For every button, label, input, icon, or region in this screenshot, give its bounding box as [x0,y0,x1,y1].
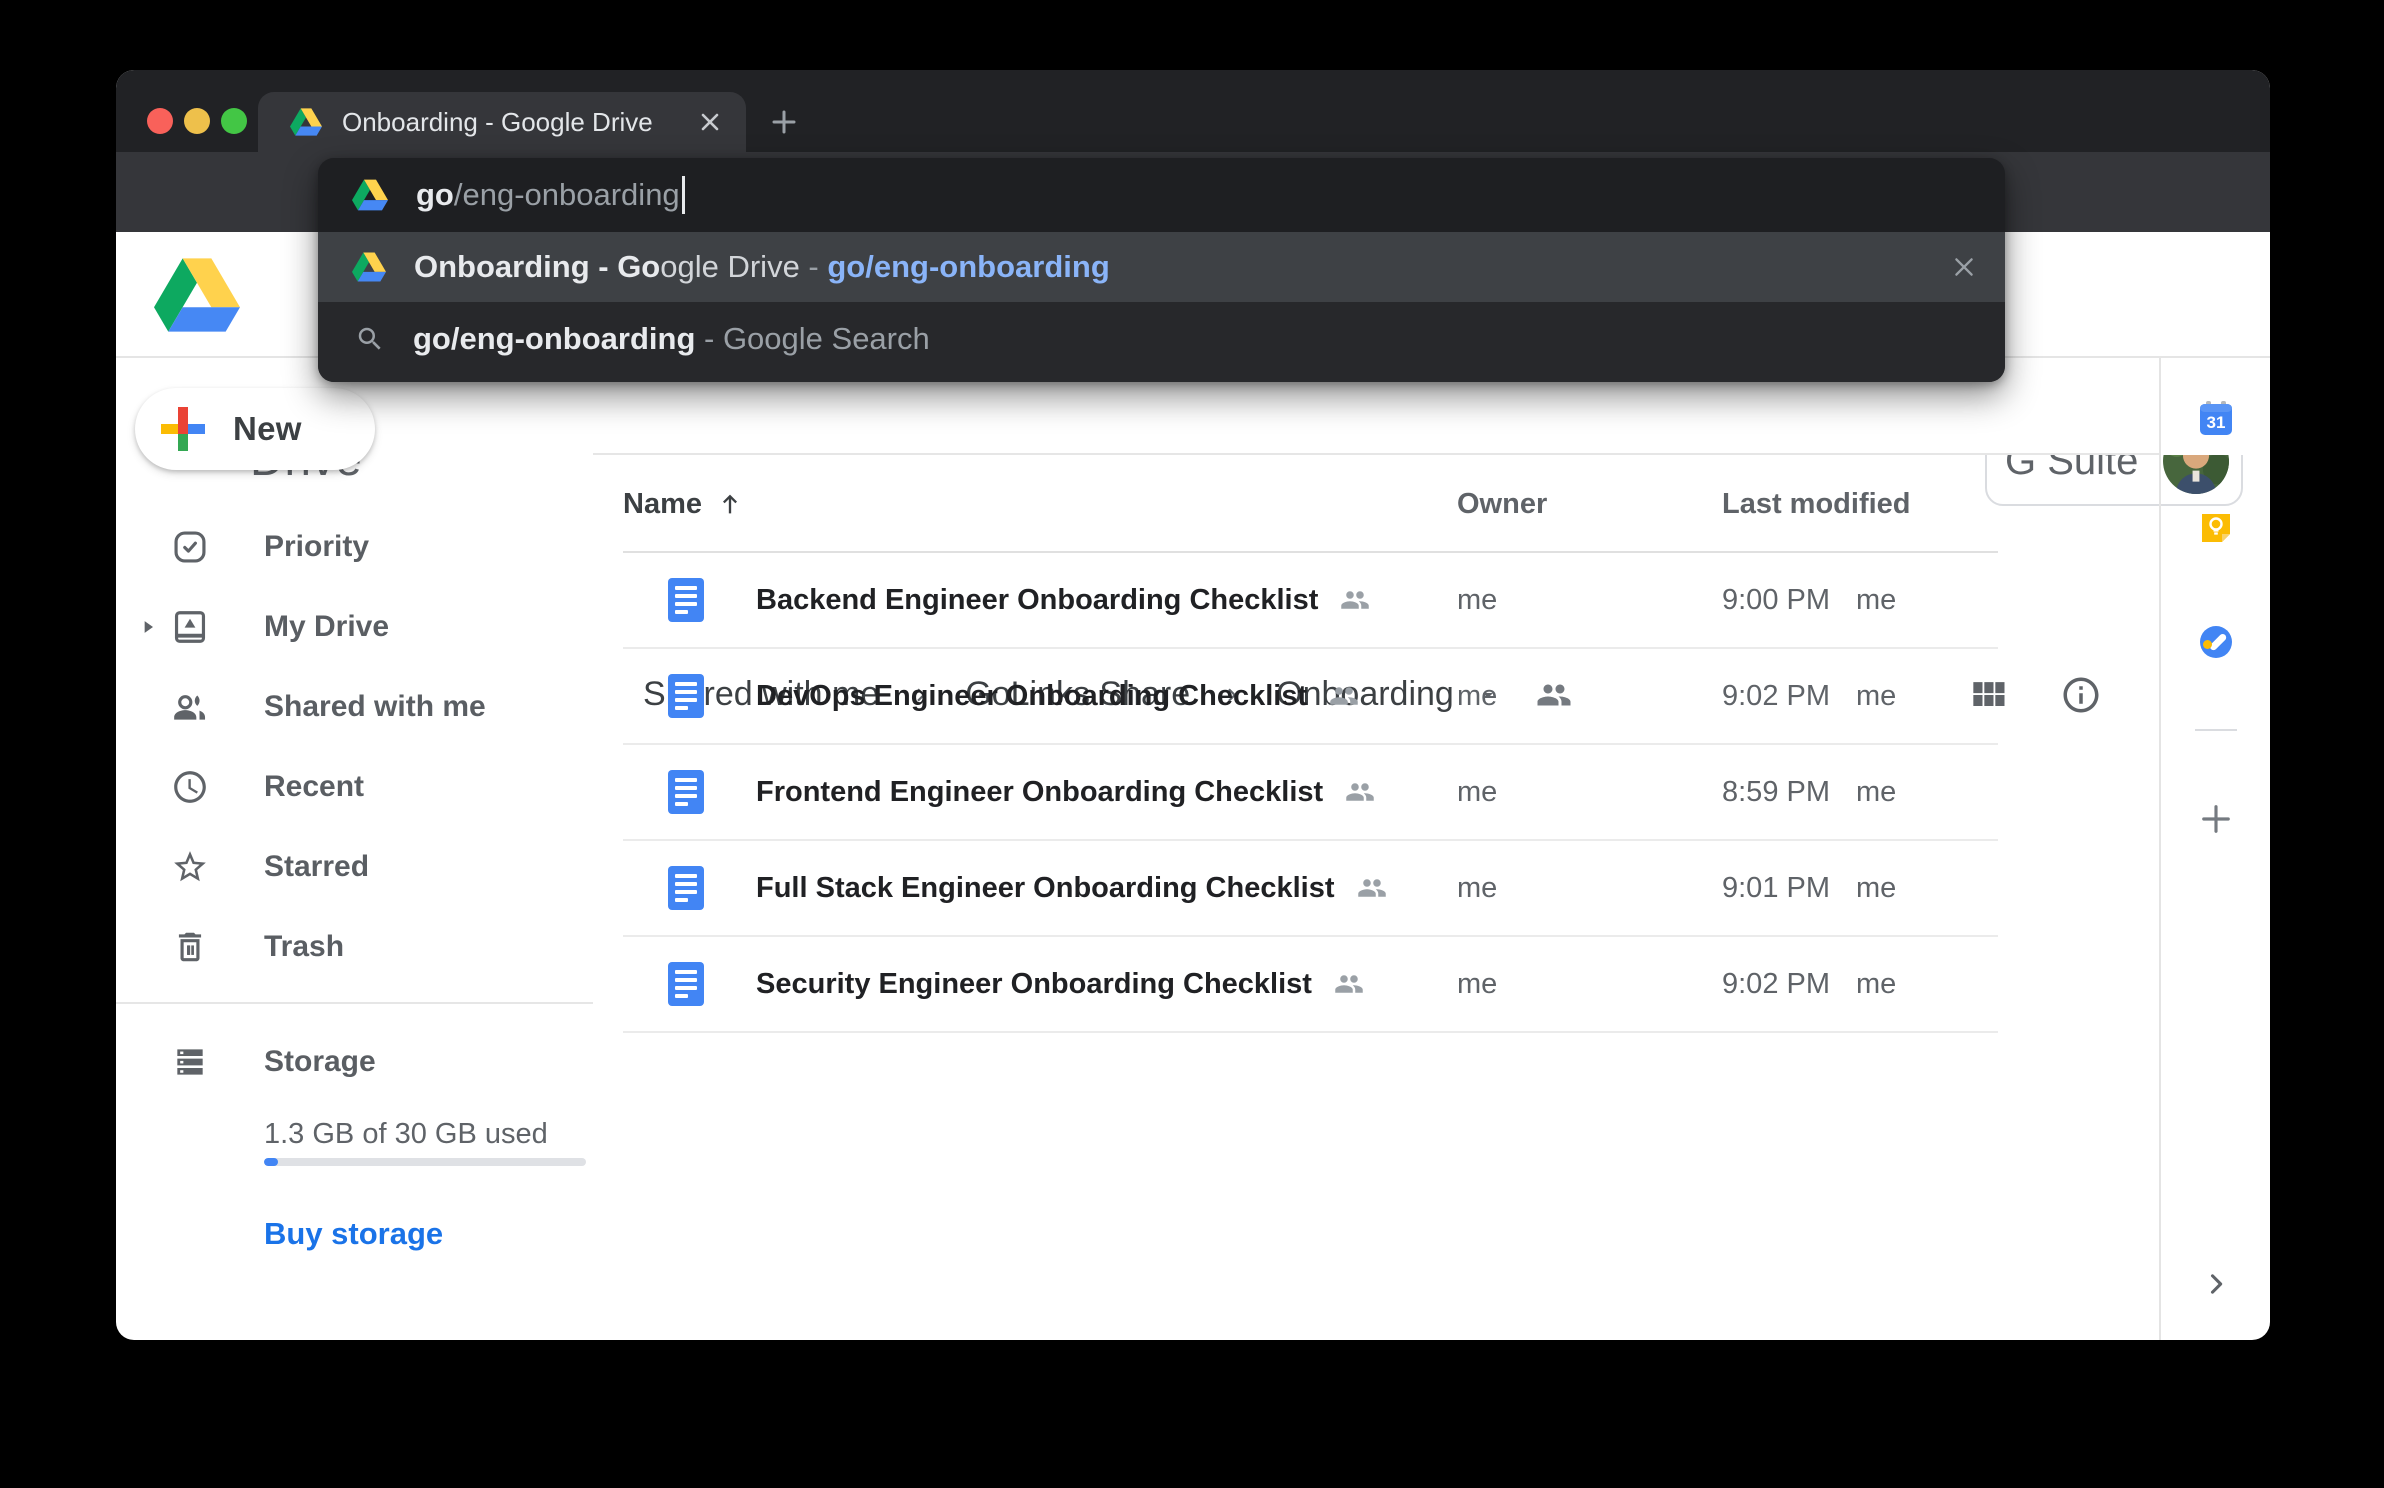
shared-people-icon [1329,681,1359,711]
file-row[interactable]: DevOps Engineer Onboarding Checklist me … [623,649,1998,745]
minimize-window-button[interactable] [184,108,210,134]
suggestion-query: go/eng-onboarding [413,321,695,357]
browser-tab[interactable]: Onboarding - Google Drive [258,92,746,152]
remove-suggestion-icon[interactable] [1951,254,1977,280]
file-owner: me [1457,584,1497,617]
info-icon[interactable] [2060,674,2102,716]
divider [116,1002,593,1004]
shared-people-icon [1340,585,1370,615]
sort-ascending-icon [716,490,744,518]
new-tab-button[interactable] [752,92,816,152]
file-modified: 9:01 PMme [1722,872,1896,905]
tab-bar: Onboarding - Google Drive [116,70,2270,152]
url-completion-text: /eng-onboarding [454,177,680,213]
storage-icon [171,1043,209,1081]
tab-title: Onboarding - Google Drive [342,107,653,138]
sidebar-item-starred[interactable]: Starred [116,827,593,907]
file-name: Full Stack Engineer Onboarding Checklist [756,872,1335,905]
omnibox-dropdown: go/eng-onboarding Onboarding - Google Dr… [318,158,2005,382]
suggestion-url: go/eng-onboarding [827,249,1109,285]
close-window-button[interactable] [147,108,173,134]
sidebar-item-my-drive[interactable]: My Drive [116,587,593,667]
divider [2195,729,2237,731]
text-caret [682,176,685,214]
divider [2159,358,2161,1340]
file-owner: me [1457,680,1497,713]
sidebar-item-storage[interactable]: Storage [116,1022,593,1102]
column-last-modified[interactable]: Last modified [1722,488,1911,521]
sidebar-item-shared-with-me[interactable]: Shared with me [116,667,593,747]
google-doc-icon [668,866,704,910]
suggestion-title-bold: Onboarding - Go [414,249,660,285]
drive-favicon [352,252,386,282]
shared-with-me-icon [171,688,209,726]
sidebar-item-recent[interactable]: Recent [116,747,593,827]
sidebar-item-priority[interactable]: Priority [116,507,593,587]
trash-icon [171,928,209,966]
google-keep-icon[interactable] [2198,510,2234,546]
plus-multicolor-icon [161,407,205,451]
file-name: Security Engineer Onboarding Checklist [756,968,1312,1001]
file-modified: 8:59 PMme [1722,776,1896,809]
file-row[interactable]: Backend Engineer Onboarding Checklist me… [623,553,1998,649]
shared-people-icon [1334,969,1364,999]
file-modified: 9:02 PMme [1722,968,1896,1001]
file-row[interactable]: Full Stack Engineer Onboarding Checklist… [623,841,1998,937]
storage-usage-text: 1.3 GB of 30 GB used [264,1118,548,1151]
shared-people-icon [1345,777,1375,807]
add-panel-icon[interactable] [2195,798,2237,840]
url-typed-text: go [416,177,454,213]
file-name: Frontend Engineer Onboarding Checklist [756,776,1323,809]
file-name: DevOps Engineer Onboarding Checklist [756,680,1307,713]
file-modified: 9:02 PMme [1722,680,1896,713]
column-owner[interactable]: Owner [1457,488,1547,521]
drive-logo[interactable] [154,258,240,332]
collapse-panel-chevron-icon[interactable] [2202,1270,2230,1298]
clock-icon [171,768,209,806]
column-name[interactable]: Name [623,488,744,521]
suggestion-title-rest: ogle Drive [660,249,800,285]
star-icon [171,848,209,886]
drive-favicon [290,108,322,136]
suggestion-google-search[interactable]: go/eng-onboarding - Google Search [318,302,2005,382]
file-owner: me [1457,776,1497,809]
drive-favicon [352,179,388,211]
file-table-header: Name Owner Last modified [623,455,1998,553]
my-drive-icon [171,608,209,646]
buy-storage-link[interactable]: Buy storage [264,1216,443,1252]
google-tasks-icon[interactable] [2198,624,2234,660]
google-doc-icon [668,770,704,814]
shared-people-icon [1357,873,1387,903]
priority-icon [171,528,209,566]
storage-progress-bar [264,1158,586,1166]
file-modified: 9:00 PMme [1722,584,1896,617]
google-doc-icon [668,962,704,1006]
file-row[interactable]: Frontend Engineer Onboarding Checklist m… [623,745,1998,841]
browser-window: Onboarding - Google Drive [116,70,2270,1340]
sidebar-item-trash[interactable]: Trash [116,907,593,987]
new-button[interactable]: New [135,388,375,470]
url-input[interactable]: go/eng-onboarding [318,158,2005,232]
file-owner: me [1457,872,1497,905]
file-row[interactable]: Security Engineer Onboarding Checklist m… [623,937,1998,1033]
svg-text:31: 31 [2207,413,2226,432]
file-owner: me [1457,968,1497,1001]
storage-progress-fill [264,1158,278,1166]
new-button-label: New [233,410,302,448]
file-name: Backend Engineer Onboarding Checklist [756,584,1318,617]
tab-close-icon[interactable] [698,110,722,134]
suggestion-drive-result[interactable]: Onboarding - Google Drive - go/eng-onboa… [318,232,2005,302]
google-doc-icon [668,578,704,622]
search-icon [355,324,385,354]
google-doc-icon [668,674,704,718]
zoom-window-button[interactable] [221,108,247,134]
google-calendar-icon[interactable]: 31 [2198,400,2234,436]
